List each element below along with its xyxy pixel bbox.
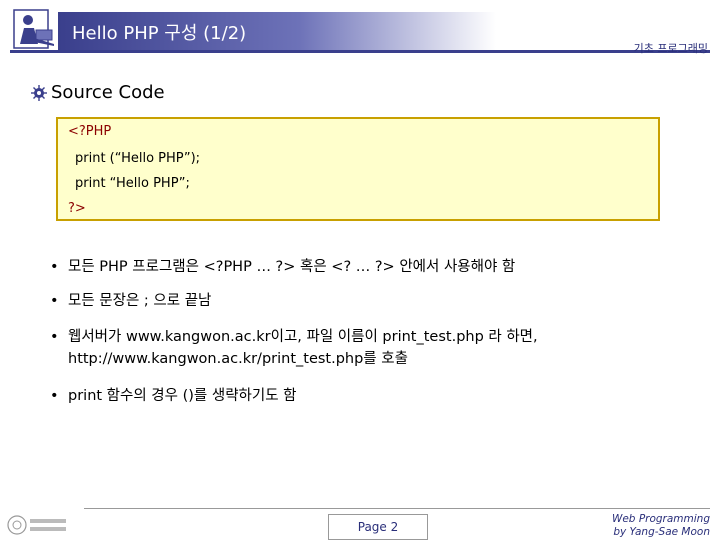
- footer-divider: [84, 508, 710, 509]
- list-item: • 모든 PHP 프로그램은 <?PHP … ?> 혹은 <? … ?> 안에서 …: [50, 256, 515, 278]
- bullet-dot-icon: •: [50, 329, 59, 345]
- code-line-open-tag: <?PHP: [68, 124, 112, 139]
- university-seal-icon: [7, 515, 66, 535]
- code-line-print-plain: print “Hello PHP”;: [75, 176, 190, 191]
- compass-star-bullet-icon: [31, 84, 47, 101]
- person-at-computer-icon: [13, 9, 54, 49]
- list-item: • print 함수의 경우 ()를 생략하기도 함: [50, 385, 297, 407]
- code-line-close-tag: ?>: [68, 201, 86, 216]
- slide-title: Hello PHP 구성 (1/2): [72, 23, 247, 44]
- header-divider: [10, 50, 710, 53]
- page-number: Page 2: [328, 514, 428, 540]
- bullet-dot-icon: •: [50, 293, 59, 309]
- bullet-dot-icon: •: [50, 259, 59, 275]
- code-box: <?PHP print (“Hello PHP”); print “Hello …: [56, 117, 660, 221]
- course-name: 기초 프로그래밍: [633, 42, 708, 55]
- footer-credit: Web Programming by Yang-Sae Moon: [611, 513, 710, 538]
- code-line-print-parens: print (“Hello PHP”);: [75, 151, 201, 166]
- section-heading: Source Code: [30, 82, 165, 103]
- list-item: • 웹서버가 www.kangwon.ac.kr이고, 파일 이름이 print_…: [50, 326, 538, 370]
- bullet-dot-icon: •: [50, 388, 59, 404]
- list-item: • 모든 문장은 ; 으로 끝남: [50, 290, 211, 312]
- title-bar: Hello PHP 구성 (1/2): [58, 12, 496, 50]
- section-heading-label: Source Code: [51, 82, 165, 103]
